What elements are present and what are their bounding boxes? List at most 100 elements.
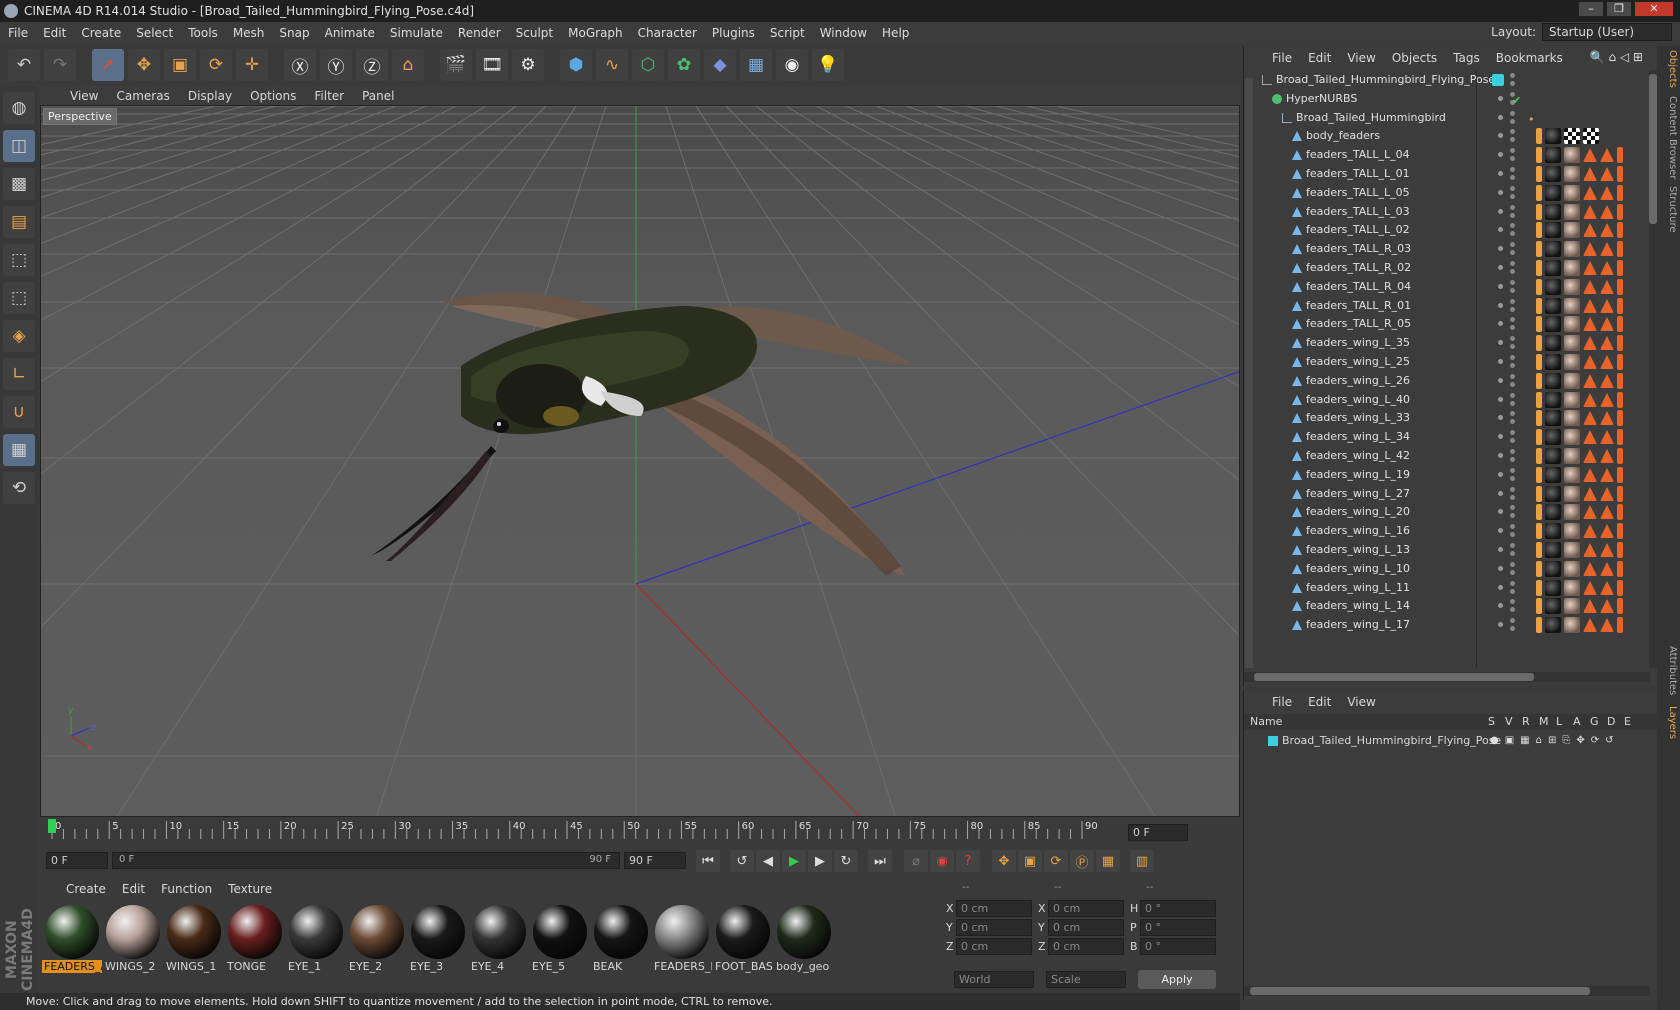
side-tab-objects[interactable]: Objects [1659,50,1678,88]
material-swatch[interactable]: TONGE [225,902,285,974]
scale-tool-icon[interactable]: ▣ [164,49,196,81]
object-row[interactable]: feaders_TALL_R_04 [1244,277,1650,297]
material-tag-icon[interactable] [1564,504,1580,521]
warning-tag-icon[interactable] [1583,336,1597,351]
selection-tag-icon[interactable] [1617,241,1623,258]
selection-tag-icon[interactable] [1617,260,1623,276]
material-tag-icon[interactable] [1564,260,1580,276]
enabled-check-icon[interactable]: ✔ [1512,91,1521,107]
coord-value-field[interactable]: 0 cm [1048,919,1124,936]
visibility-toggles[interactable] [1496,126,1526,146]
recent-tool-icon[interactable]: ✛ [236,49,268,81]
material-swatch[interactable]: EYE_2 [347,902,407,974]
selection-tag-icon[interactable] [1617,466,1623,483]
material-tag-icon[interactable] [1564,617,1580,634]
warning-tag-icon[interactable] [1600,242,1614,257]
phong-tag-icon[interactable] [1536,617,1542,634]
material-swatch[interactable]: FEADERS_F [652,902,712,974]
layer-flag-header[interactable]: D [1607,715,1615,728]
visibility-toggles[interactable] [1496,239,1526,259]
material-tag-icon[interactable] [1564,448,1580,464]
selection-tag-icon[interactable] [1617,222,1623,239]
warning-tag-icon[interactable] [1600,392,1614,407]
material-tag-icon[interactable] [1564,297,1580,314]
polygons-mode-icon[interactable]: ◈ [3,320,35,352]
visibility-toggles[interactable] [1496,502,1526,522]
key-position-icon[interactable]: ✥ [992,850,1016,872]
material-swatch[interactable]: EYE_3 [408,902,468,974]
object-row[interactable]: feaders_TALL_L_02 [1244,220,1650,240]
material-tag-icon[interactable] [1564,335,1580,352]
warning-tag-icon[interactable] [1583,242,1597,257]
material-tag-icon[interactable] [1545,466,1561,483]
warning-tag-icon[interactable] [1600,336,1614,351]
selection-tag-icon[interactable] [1617,372,1623,389]
selection-tag-icon[interactable] [1617,542,1623,558]
object-row[interactable]: body_feaders [1244,126,1650,146]
warning-tag-icon[interactable] [1583,355,1597,369]
phong-tag-icon[interactable] [1536,147,1542,164]
menu-animate[interactable]: Animate [325,26,375,40]
warning-tag-icon[interactable] [1583,373,1597,388]
previous-frame-icon[interactable]: ◀ [756,850,780,872]
material-swatch[interactable]: EYE_1 [286,902,346,974]
warning-tag-icon[interactable] [1600,599,1614,614]
phong-tag-icon[interactable] [1536,222,1542,239]
menu-window[interactable]: Window [820,26,867,40]
selection-tag-icon[interactable] [1617,316,1623,333]
warning-tag-icon[interactable] [1600,543,1614,557]
material-tag-icon[interactable] [1564,429,1580,446]
coord-value-field[interactable]: 0 cm [956,938,1032,955]
edges-mode-icon[interactable]: ⬚ [3,282,35,314]
material-tag-icon[interactable] [1545,598,1561,615]
object-row[interactable]: feaders_TALL_L_01 [1244,164,1650,184]
layer-flag-header[interactable]: V [1505,715,1513,728]
visibility-toggles[interactable] [1496,164,1526,184]
selection-tag-icon[interactable] [1617,598,1623,615]
object-row[interactable]: feaders_wing_L_40 [1244,390,1650,410]
selection-tag-icon[interactable] [1617,278,1623,295]
play-icon[interactable]: ▶ [782,850,806,872]
material-tag-icon[interactable] [1545,241,1561,258]
warning-tag-icon[interactable] [1583,543,1597,557]
warning-tag-icon[interactable] [1600,430,1614,445]
material-tag-icon[interactable] [1545,222,1561,239]
object-row[interactable]: feaders_wing_L_13 [1244,540,1650,560]
material-tag-icon[interactable] [1564,391,1580,408]
menu-simulate[interactable]: Simulate [390,26,443,40]
object-row[interactable]: Broad_Tailed_Hummingbird_Flying_Pose [1244,70,1650,90]
object-menu-edit[interactable]: Edit [1308,51,1331,65]
material-swatch[interactable]: WINGS_2 [103,902,163,974]
array-icon[interactable]: ✿ [668,49,700,81]
warning-tag-icon[interactable] [1583,430,1597,445]
object-row[interactable]: Broad_Tailed_Hummingbird • [1244,108,1650,128]
viewport-menu-view[interactable]: View [70,89,98,103]
viewport-menu-options[interactable]: Options [250,89,296,103]
warning-tag-icon[interactable] [1600,373,1614,388]
object-row[interactable]: feaders_wing_L_19 [1244,465,1650,485]
warning-tag-icon[interactable] [1583,411,1597,426]
visibility-toggles[interactable] [1496,427,1526,447]
camera-icon[interactable]: ◉ [776,49,808,81]
warning-tag-icon[interactable] [1583,467,1597,482]
model-mode-icon[interactable]: ◫ [3,130,35,162]
phong-tag-icon[interactable] [1536,391,1542,408]
phong-tag-icon[interactable] [1536,297,1542,314]
material-tag-icon[interactable] [1545,448,1561,464]
texture-tag-icon[interactable] [1564,128,1580,145]
object-row[interactable]: feaders_wing_L_10 [1244,559,1650,579]
material-swatch[interactable]: EYE_4 [469,902,529,974]
selection-tag-icon[interactable] [1617,297,1623,314]
material-swatch[interactable]: WINGS_1 [164,902,224,974]
visibility-toggles[interactable] [1496,446,1526,466]
material-tag-icon[interactable] [1545,354,1561,370]
material-menu-function[interactable]: Function [161,882,212,896]
planar-workplane-icon[interactable]: ⟲ [3,472,35,504]
material-tag-icon[interactable] [1545,278,1561,295]
side-tab-content-browser[interactable]: Content Browser [1659,96,1678,179]
material-tag-icon[interactable] [1545,335,1561,352]
workplane-icon[interactable]: ▤ [3,206,35,238]
previous-key-icon[interactable]: ↺ [730,850,754,872]
maximize-button[interactable]: ❐ [1606,1,1632,17]
object-row[interactable]: feaders_TALL_R_02 [1244,258,1650,278]
